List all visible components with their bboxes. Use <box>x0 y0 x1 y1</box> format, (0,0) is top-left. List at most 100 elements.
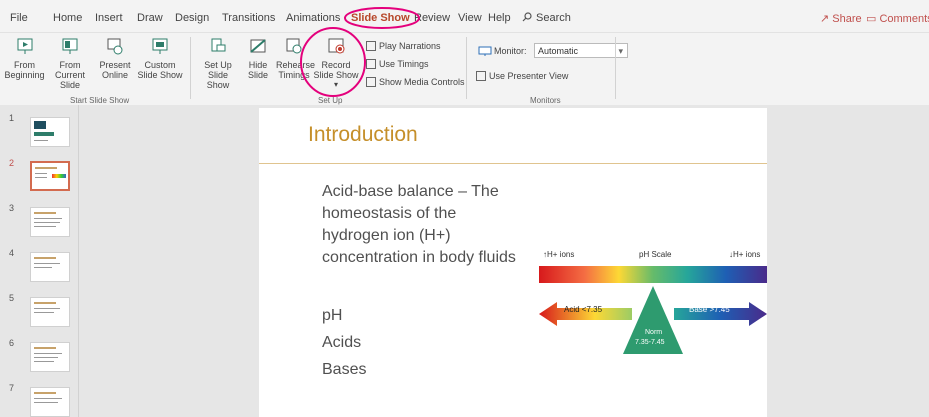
ribbon-toolbar: From Beginning From Current Slide Presen… <box>0 32 929 105</box>
bullet-item[interactable]: Acid-base balance – The homeostasis of t… <box>322 181 527 269</box>
group-label-monitors: Monitors <box>530 96 561 105</box>
thumb-line <box>35 177 47 178</box>
hide-slide-button[interactable]: Hide Slide <box>243 37 273 80</box>
record-label: Record Slide Show <box>313 60 359 80</box>
checkbox-icon <box>366 40 376 51</box>
monitor-value: Automatic <box>538 46 579 56</box>
norm-range: 7.35-7.45 <box>635 339 665 346</box>
custom-slide-show-button[interactable]: Custom Slide Show <box>137 37 183 80</box>
tab-home[interactable]: Home <box>53 12 82 24</box>
record-icon <box>328 38 345 54</box>
show-media-label: Show Media Controls <box>379 77 465 87</box>
thumb-line <box>34 218 62 219</box>
custom-show-icon <box>152 38 168 54</box>
slide-thumbnail-3[interactable] <box>30 207 70 237</box>
set-up-slide-show-button[interactable]: Set Up Slide Show <box>199 37 237 90</box>
tab-review[interactable]: Review <box>414 12 450 24</box>
group-separator <box>190 37 191 99</box>
thumb-title <box>34 347 56 349</box>
use-presenter-label: Use Presenter View <box>489 71 569 81</box>
bullet-item[interactable]: Acids <box>322 332 527 354</box>
bullet-text: Bases <box>322 361 367 378</box>
slide-title[interactable]: Introduction <box>308 123 418 147</box>
use-timings-checkbox[interactable]: Use Timings <box>366 58 429 70</box>
search-icon[interactable] <box>522 12 532 22</box>
thumb-line <box>34 226 56 227</box>
slide-number: 6 <box>9 338 15 348</box>
share-label: Share <box>832 13 862 25</box>
slide-thumbnail-4[interactable] <box>30 252 70 282</box>
slide-thumbnail-6[interactable] <box>30 342 70 372</box>
custom-show-label: Custom Slide Show <box>137 60 183 80</box>
thumb-line <box>34 353 62 354</box>
bullet-item[interactable]: pH <box>322 305 527 327</box>
bullet-item[interactable]: Bases <box>322 359 527 381</box>
thumb-image <box>34 121 46 129</box>
tab-slide-show[interactable]: Slide Show <box>351 12 410 24</box>
setup-show-icon <box>211 38 226 52</box>
share-button[interactable]: ↗ Share <box>820 12 862 25</box>
thumb-line <box>34 402 58 403</box>
use-presenter-view-checkbox[interactable]: Use Presenter View <box>476 70 569 82</box>
tab-transitions[interactable]: Transitions <box>222 12 275 24</box>
slide-canvas[interactable]: Introduction Acid-base balance – The hom… <box>259 108 767 417</box>
from-current-slide-button[interactable]: From Current Slide <box>50 37 90 90</box>
play-from-beginning-icon <box>17 38 32 54</box>
bullet-text: pH <box>322 307 343 324</box>
slide-thumbnail-2[interactable] <box>30 161 70 191</box>
thumb-line <box>34 222 60 223</box>
tab-animations[interactable]: Animations <box>286 12 340 24</box>
tab-file[interactable]: File <box>10 12 28 24</box>
record-slide-show-button[interactable]: Record Slide Show ▾ <box>312 37 360 90</box>
thumb-title <box>34 302 56 304</box>
slide-number: 3 <box>9 203 15 213</box>
play-from-current-icon <box>62 38 78 54</box>
use-timings-label: Use Timings <box>379 59 429 69</box>
monitor-select[interactable]: Automatic ▾ <box>534 43 628 58</box>
slide-number: 5 <box>9 293 15 303</box>
title-divider <box>259 163 767 164</box>
slide-thumbnail-5[interactable] <box>30 297 70 327</box>
from-beginning-button[interactable]: From Beginning <box>2 37 47 80</box>
comments-label: Comments <box>879 13 929 25</box>
tab-draw[interactable]: Draw <box>137 12 163 24</box>
rehearse-timings-button[interactable]: Rehearse Timings <box>276 37 316 80</box>
thumb-line <box>35 173 47 174</box>
play-narrations-checkbox[interactable]: Play Narrations <box>366 40 441 52</box>
slide-number: 1 <box>9 113 15 123</box>
thumb-title <box>34 212 56 214</box>
group-separator <box>615 37 616 99</box>
bullet-text: Acids <box>322 334 362 351</box>
present-online-button[interactable]: Present Online <box>94 37 136 80</box>
thumb-line <box>34 357 58 358</box>
group-separator <box>466 37 467 99</box>
slide-thumbnail-1[interactable] <box>30 117 70 147</box>
thumb-line <box>34 361 54 362</box>
monitor-icon <box>478 46 492 56</box>
thumb-title <box>34 257 56 259</box>
present-online-icon <box>107 38 123 55</box>
group-label-start-slide-show: Start Slide Show <box>70 96 130 105</box>
thumb-line <box>34 140 48 141</box>
slide-thumbnail-pane: 1 2 3 4 5 6 7 <box>0 105 79 417</box>
comments-button[interactable]: ▭ Comments <box>866 12 929 25</box>
rehearse-timings-icon <box>286 38 302 54</box>
present-online-label: Present Online <box>99 60 131 80</box>
setup-show-label: Set Up Slide Show <box>204 60 232 90</box>
tab-design[interactable]: Design <box>175 12 209 24</box>
ribbon-area: File Home Insert Draw Design Transitions… <box>0 0 929 105</box>
slide-thumbnail-7[interactable] <box>30 387 70 417</box>
tab-insert[interactable]: Insert <box>95 12 123 24</box>
ph-scale-graphic[interactable]: ↑H+ ions pH Scale ↓H+ ions Acid <7.35 Ba… <box>539 246 767 356</box>
tab-help[interactable]: Help <box>488 12 511 24</box>
thumb-bar <box>34 132 54 136</box>
thumb-ph-bar <box>52 174 66 178</box>
norm-label: Norm <box>645 329 662 336</box>
slide-number: 7 <box>9 383 15 393</box>
rehearse-label: Rehearse Timings <box>276 60 316 80</box>
thumb-line <box>34 263 60 264</box>
bullet-text: Acid-base balance – The homeostasis of t… <box>322 183 516 266</box>
search-box[interactable]: Search <box>536 12 571 24</box>
tab-view[interactable]: View <box>458 12 482 24</box>
show-media-controls-checkbox[interactable]: Show Media Controls <box>366 76 465 88</box>
